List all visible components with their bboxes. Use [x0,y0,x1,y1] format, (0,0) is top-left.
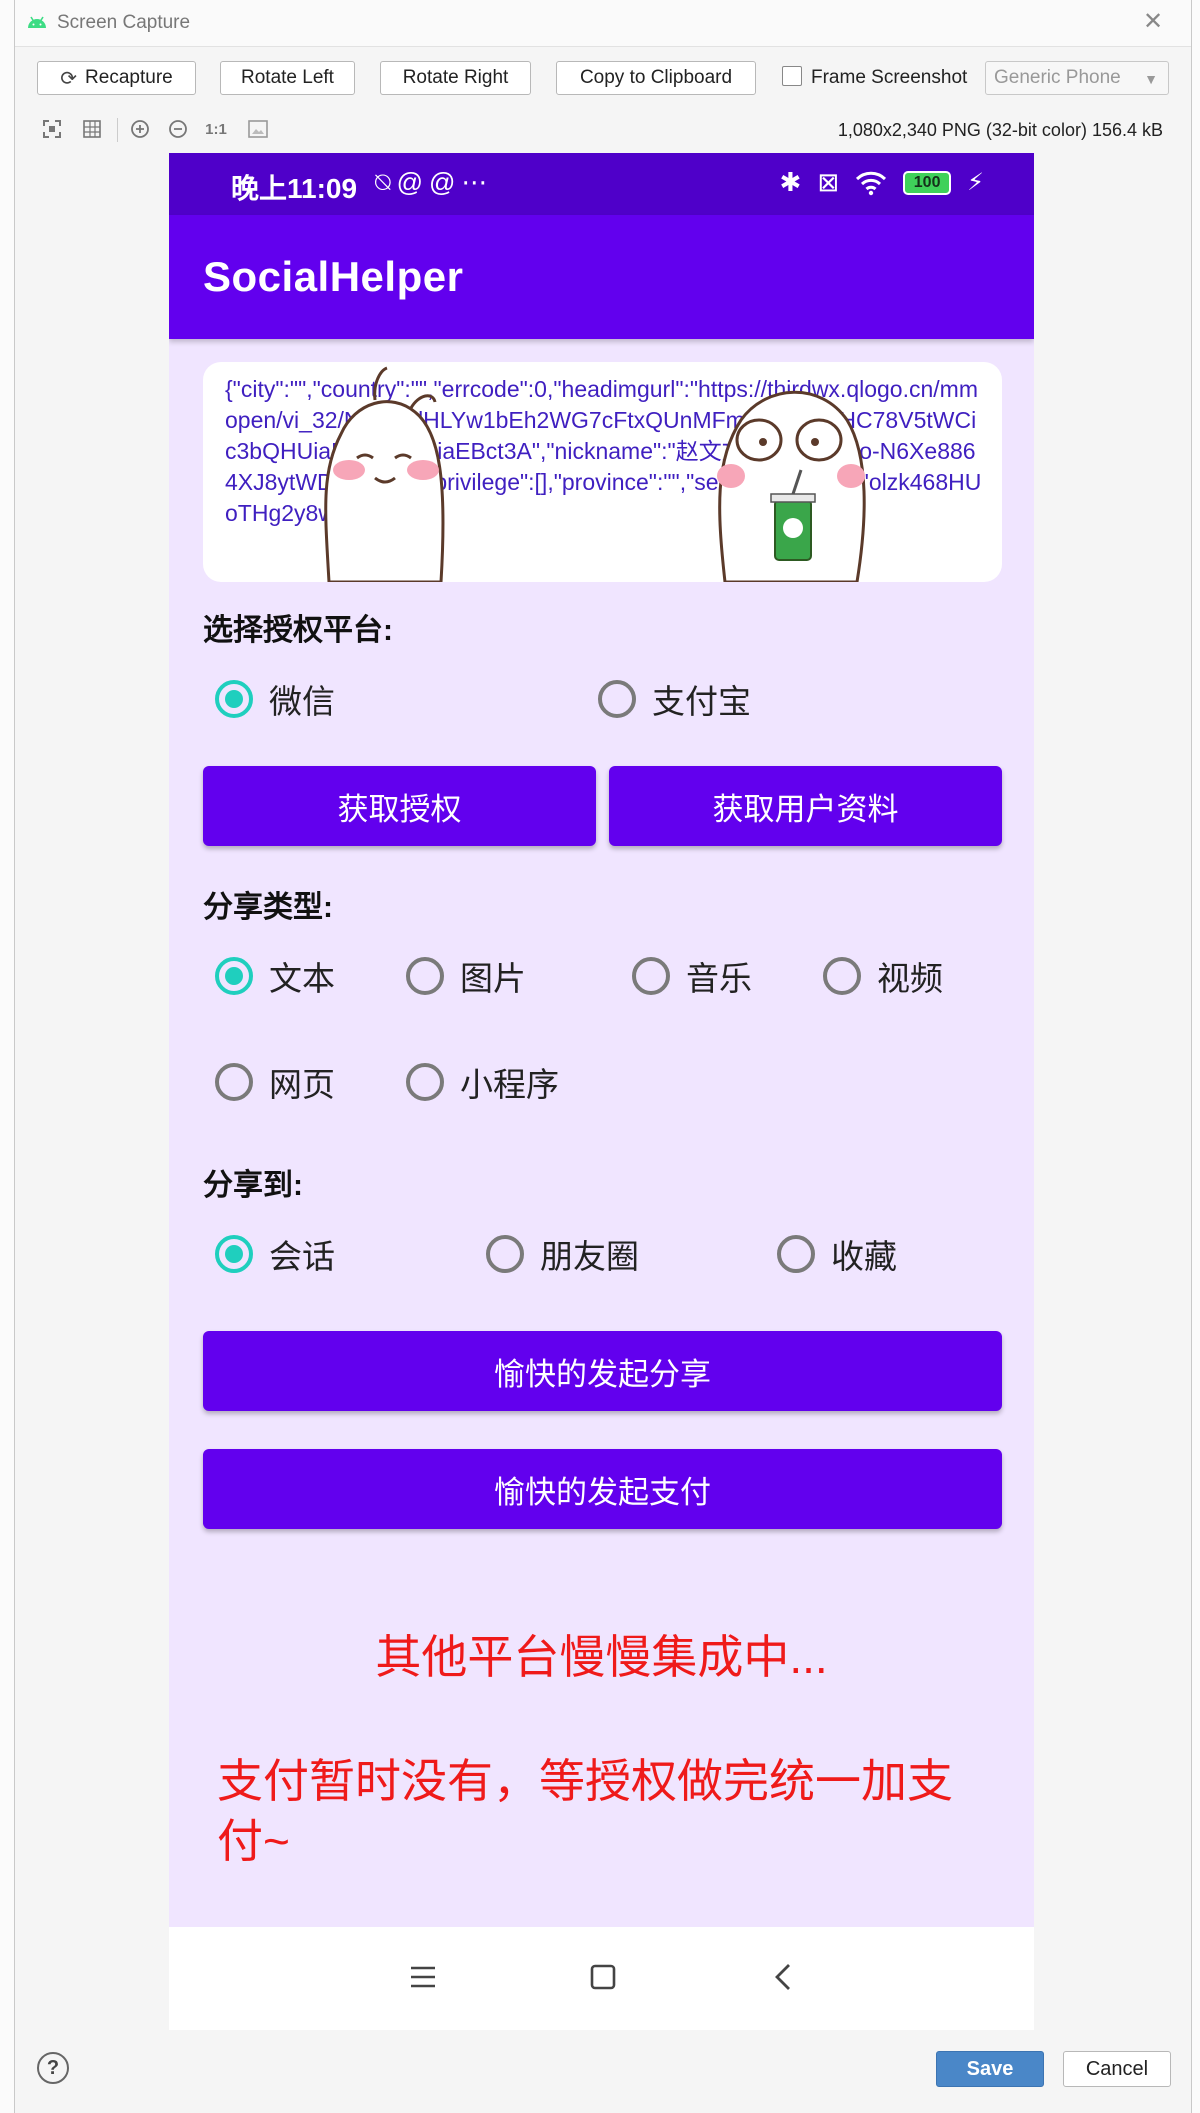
cancel-button[interactable]: Cancel [1063,2051,1171,2087]
screen-capture-dialog: Screen Capture ✕ ⟳ Recapture Rotate Left… [14,0,1192,2113]
share-target-radio-2[interactable]: 收藏 [777,1230,897,1278]
share-type-radio-4[interactable]: 网页 [215,1058,335,1106]
share-type-label-text: 小程序 [460,1066,559,1103]
radio-circle-icon [215,1235,253,1273]
copy-to-clipboard-button[interactable]: Copy to Clipboard [556,61,756,95]
cartoon-drink-sticker-icon [717,390,866,582]
share-type-label-text: 音乐 [686,960,752,997]
wifi-icon [856,171,887,195]
copy-label: Copy to Clipboard [579,67,733,88]
file-info: 1,080x2,340 PNG (32-bit color) 156.4 kB [837,120,1163,140]
rotate-left-button[interactable]: Rotate Left [220,61,355,95]
share-target-radio-0[interactable]: 会话 [215,1230,335,1278]
view-toolbar: 1:1 1,080x2,340 PNG (32-bit color) 156.4… [15,114,1191,144]
home-icon[interactable] [583,1957,623,1997]
auth-platform-label: 选择授权平台: [203,614,393,647]
at-sign-icon: @ [396,167,430,197]
android-icon [28,16,46,28]
status-time: 晚上11:09 [231,173,358,204]
rotate-left-label: Rotate Left [241,67,334,88]
phone-screenshot: 晚上11:09 ⍉@@⋯ ✱ ⊠ 100 ⚡ SocialHelper {"ci… [169,153,1034,2030]
share-type-radio-0[interactable]: 文本 [215,952,335,1000]
share-type-label-text: 图片 [460,960,526,997]
share-target-radio-1[interactable]: 朋友圈 [486,1230,639,1278]
share-type-radio-1[interactable]: 图片 [406,952,526,1000]
recapture-label: Recapture [85,67,173,88]
system-icons: ✱ ⊠ 100 ⚡ [780,167,984,198]
navigation-bar [169,1927,1034,2030]
start-pay-button[interactable]: 愉快的发起支付 [203,1449,1002,1529]
save-button[interactable]: Save [936,2051,1044,2087]
share-type-radio-5[interactable]: 小程序 [406,1058,559,1106]
payment-note: 支付暂时没有，等授权做完统一加支付~ [217,1755,953,1867]
share-type-label-text: 文本 [269,960,335,997]
help-icon[interactable]: ? [37,2052,69,2084]
radio-circle-icon [406,957,444,995]
notification-icons: ⍉@@⋯ [375,167,493,199]
zoom-out-icon[interactable] [167,118,189,140]
actual-size-icon[interactable]: 1:1 [205,118,227,140]
get-profile-button[interactable]: 获取用户资料 [609,766,1002,846]
share-type-label-text: 网页 [269,1066,335,1103]
title-bar: Screen Capture ✕ [15,0,1191,47]
share-type-radio-3[interactable]: 视频 [823,952,943,1000]
recapture-button[interactable]: ⟳ Recapture [37,61,196,95]
result-json-card: {"city":"","country":"","errcode":0,"hea… [203,362,1002,582]
share-type-label: 分享类型: [203,891,333,924]
share-target-label: 会话 [269,1238,335,1275]
rotate-right-label: Rotate Right [402,67,509,88]
radio-circle-icon [406,1063,444,1101]
auth-radio-1[interactable]: 支付宝 [598,675,751,723]
window-title: Screen Capture [57,12,191,33]
start-share-button[interactable]: 愉快的发起分享 [203,1331,1002,1411]
rotate-right-button[interactable]: Rotate Right [380,61,531,95]
share-type-label-text: 视频 [877,960,943,997]
background-window-left-edge [0,0,15,2113]
auth-radio-label: 支付宝 [652,683,751,720]
zoom-in-icon[interactable] [129,118,151,140]
radio-circle-icon [598,680,636,718]
device-frame-select[interactable]: Generic Phone ▼ [985,61,1169,95]
menu-icon[interactable] [403,1957,443,1997]
close-icon[interactable]: ✕ [1141,10,1165,34]
refresh-icon: ⟳ [60,67,78,90]
radio-circle-icon [215,957,253,995]
radio-circle-icon [632,957,670,995]
share-type-radio-2[interactable]: 音乐 [632,952,752,1000]
share-target-label: 朋友圈 [540,1238,639,1275]
capture-toolbar: ⟳ Recapture Rotate Left Rotate Right Cop… [15,58,1191,98]
device-select-value: Generic Phone [994,67,1121,88]
bluetooth-icon: ✱ [779,167,802,197]
radio-circle-icon [777,1235,815,1273]
auth-radio-label: 微信 [269,683,335,720]
app-title: SocialHelper [203,253,464,300]
grid-icon[interactable] [81,118,103,140]
fit-screen-icon[interactable] [41,118,63,140]
share-to-label: 分享到: [203,1169,303,1202]
app-bar: SocialHelper [169,215,1034,339]
battery-icon: 100 [903,170,952,195]
auth-radio-0[interactable]: 微信 [215,675,335,723]
cartoon-sticker-icon [324,366,445,582]
charging-icon: ⚡ [967,169,984,196]
radio-circle-icon [486,1235,524,1273]
get-auth-button[interactable]: 获取授权 [203,766,596,846]
radio-circle-icon [215,1063,253,1101]
radio-circle-icon [823,957,861,995]
share-target-label: 收藏 [831,1238,897,1275]
no-sim-icon: ⊠ [817,167,840,197]
dropdown-caret-icon: ▼ [1144,71,1158,87]
image-icon[interactable] [247,118,269,140]
frame-screenshot-label: Frame Screenshot [811,67,968,88]
at-sign-icon-2: @ [429,167,462,197]
status-bar: 晚上11:09 ⍉@@⋯ ✱ ⊠ 100 ⚡ [169,153,1034,215]
radio-circle-icon [215,680,253,718]
mute-alarm-icon: ⍉ [375,167,397,197]
more-dots-icon: ⋯ [461,167,494,197]
integration-note: 其他平台慢慢集成中... [375,1631,828,1683]
frame-screenshot-checkbox[interactable] [782,66,802,86]
back-icon[interactable] [763,1957,803,1997]
